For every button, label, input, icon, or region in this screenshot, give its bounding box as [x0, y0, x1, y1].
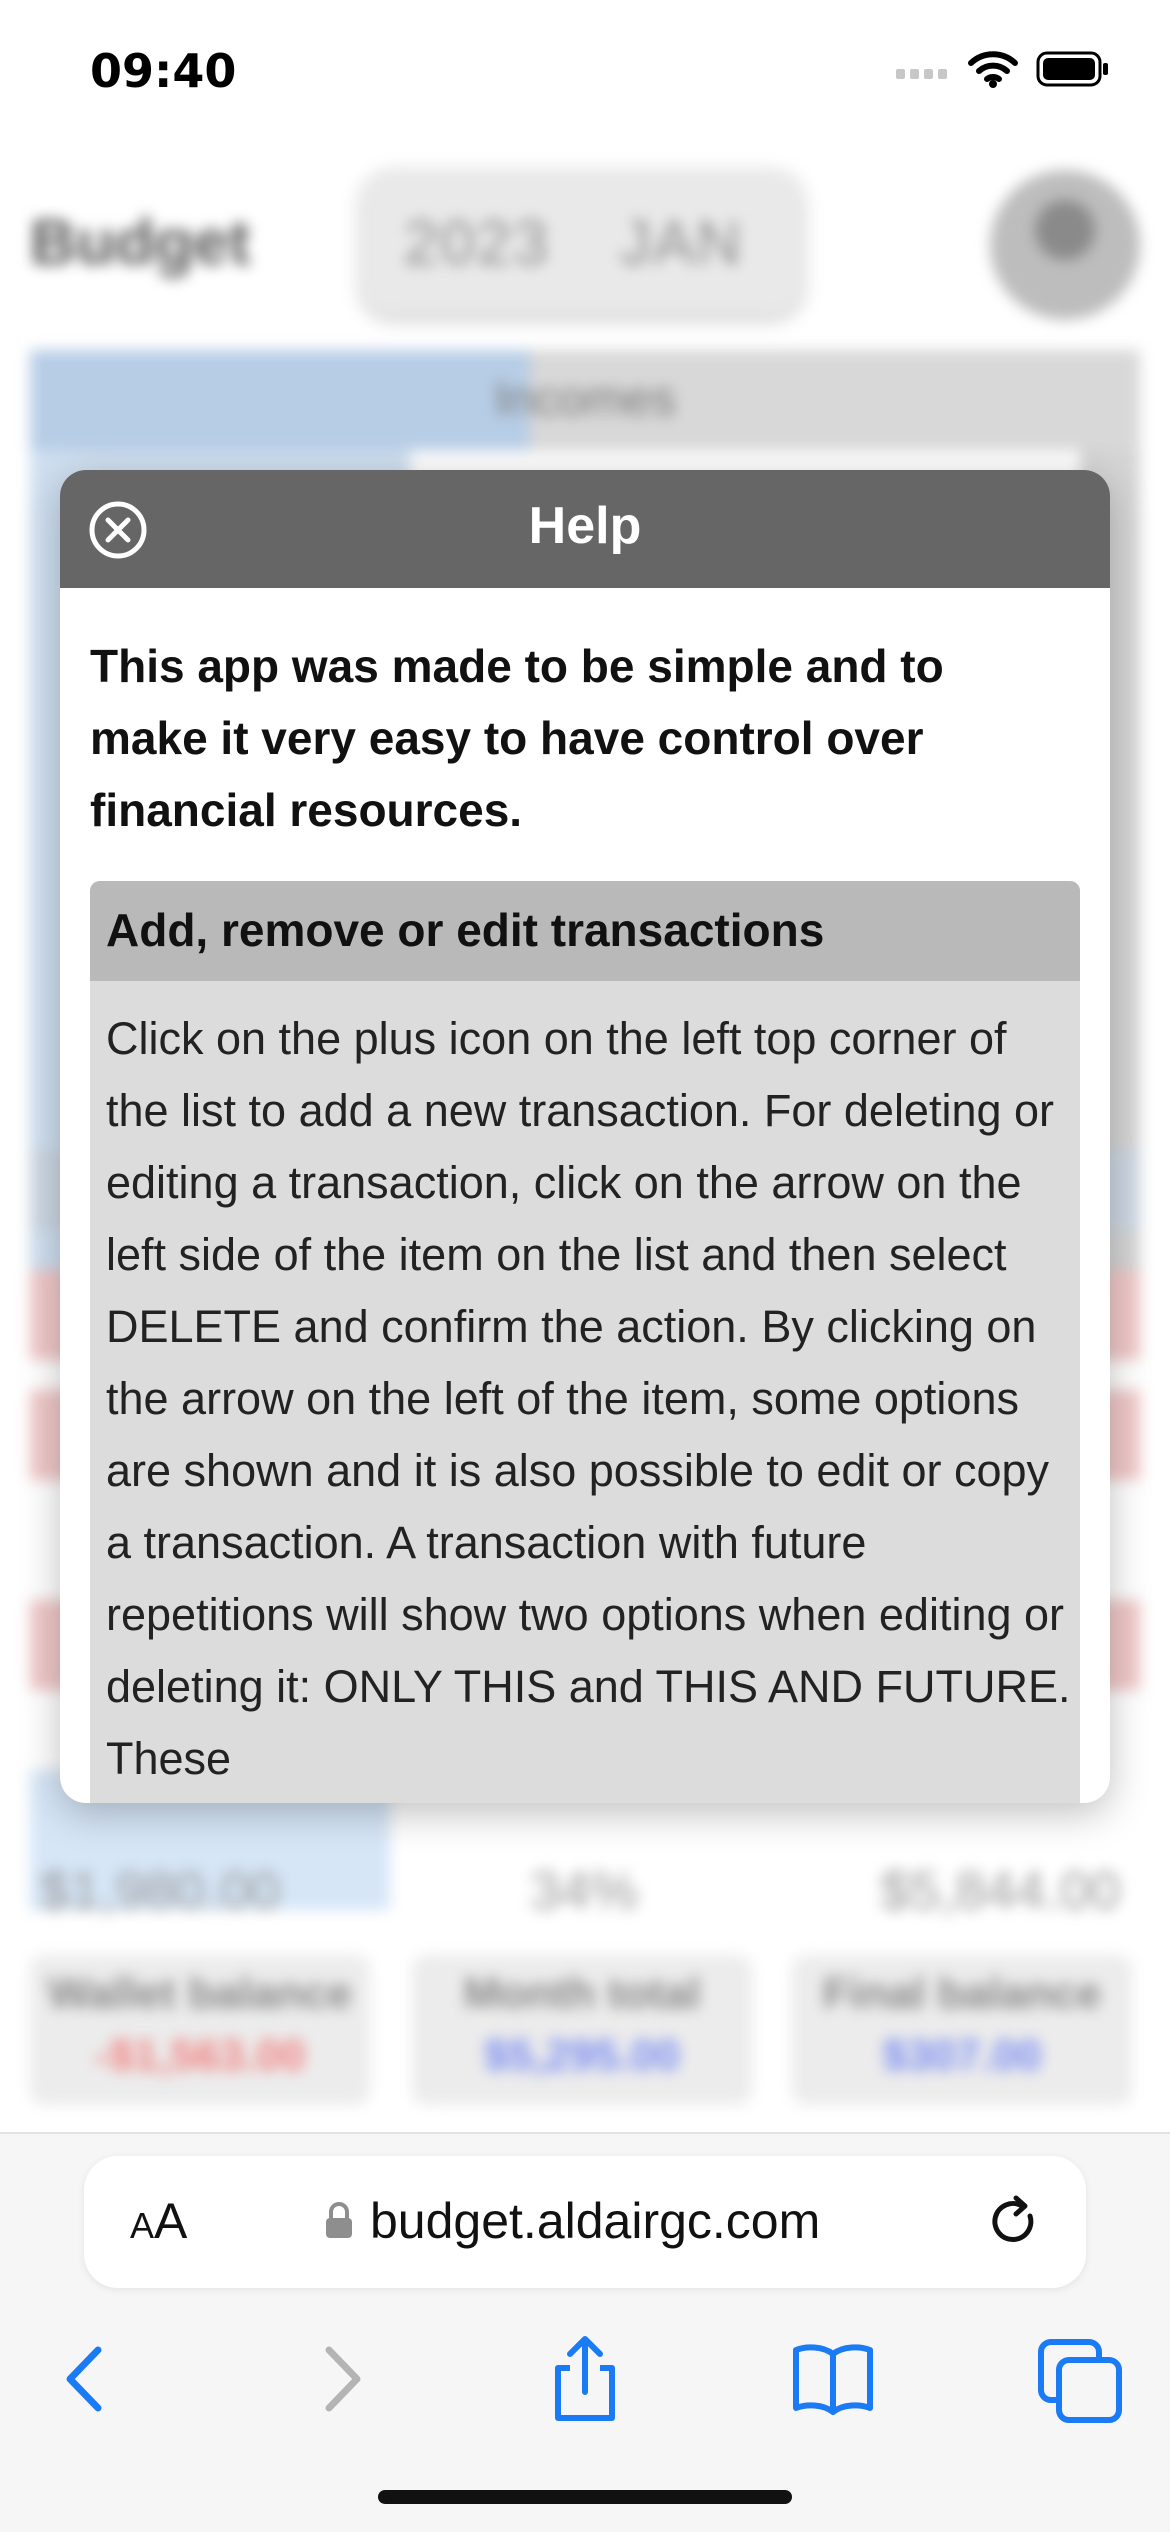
wifi-icon: [968, 51, 1018, 88]
status-time: 09:40: [90, 44, 237, 98]
address-bar[interactable]: AA budget.aldairgc.com: [84, 2156, 1086, 2288]
final-balance-card: Final balance $307.00: [792, 1955, 1132, 2105]
help-modal: Help This app was made to be simple and …: [60, 470, 1110, 1803]
home-indicator: [378, 2490, 792, 2504]
section-title: Add, remove or edit transactions: [106, 904, 825, 956]
footer-income: $1,980.00: [40, 1861, 281, 1921]
modal-title: Help: [528, 497, 642, 555]
forward-icon[interactable]: [295, 2334, 385, 2424]
app-title: Budget: [30, 206, 251, 278]
lock-icon: [326, 2202, 352, 2238]
status-bar: 09:40: [0, 0, 1170, 150]
cellular-signal-icon: [896, 69, 947, 79]
bookmarks-icon[interactable]: [788, 2334, 878, 2424]
intro-text: This app was made to be simple and to ma…: [90, 640, 944, 836]
picker-month: JAN: [619, 209, 744, 278]
footer-total: $5,844.00: [880, 1861, 1121, 1921]
incomes-label: Incomes: [494, 373, 676, 426]
browser-bar: AA budget.aldairgc.com: [0, 2134, 1170, 2532]
reader-settings-button[interactable]: AA: [130, 2192, 187, 2250]
url-text[interactable]: budget.aldairgc.com: [370, 2192, 820, 2250]
footer-percent: 34%: [530, 1861, 639, 1921]
modal-header: Help: [60, 470, 1110, 588]
status-icons: [896, 50, 1110, 88]
avatar: [990, 170, 1140, 320]
month-total-card: Month total $5,295.00: [412, 1955, 752, 2105]
section-body: Click on the plus icon on the left top c…: [106, 1013, 1071, 1784]
tabs-icon[interactable]: [1035, 2334, 1125, 2424]
share-icon[interactable]: [540, 2334, 630, 2424]
picker-year: 2023: [404, 209, 550, 278]
wallet-balance-card: Wallet balance -$1,563.00: [30, 1955, 370, 2105]
battery-icon: [1036, 51, 1108, 87]
back-icon[interactable]: [42, 2334, 132, 2424]
browser-toolbar: [0, 2334, 1170, 2444]
help-section: Add, remove or edit transactions Click o…: [90, 881, 1080, 1803]
date-picker: 2023 JAN: [362, 170, 802, 315]
reload-icon[interactable]: [984, 2192, 1044, 2252]
